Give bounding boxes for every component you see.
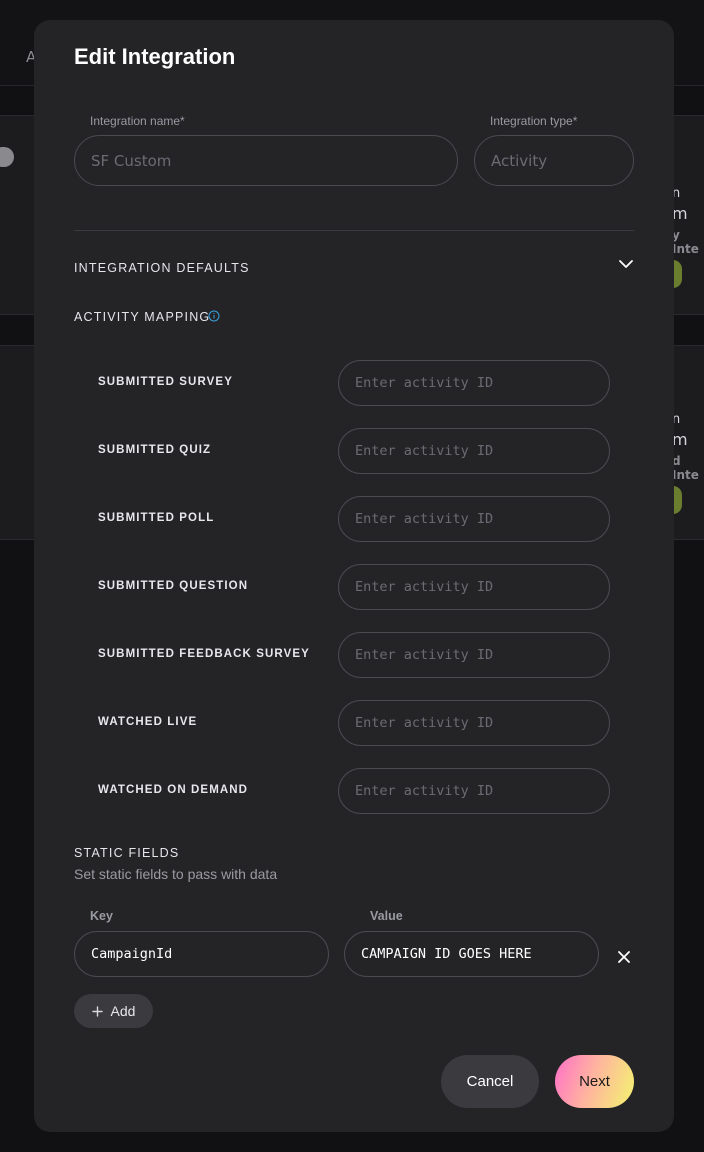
cancel-button[interactable]: Cancel [441,1055,539,1108]
activity-row-label: SUBMITTED QUESTION [98,580,249,592]
activity-id-placeholder: Enter activity ID [355,579,494,595]
activity-row-label: SUBMITTED QUIZ [98,444,212,456]
key-label: Key [90,909,113,923]
activity-row-label: WATCHED ON DEMAND [98,784,249,796]
integration-name-input[interactable]: SF Custom [74,135,458,186]
background-card-text: m [672,430,688,449]
close-icon[interactable] [616,949,632,965]
activity-id-placeholder: Enter activity ID [355,647,494,663]
integration-name-placeholder: SF Custom [91,151,172,170]
activity-id-input[interactable]: Enter activity ID [338,768,610,814]
activity-id-placeholder: Enter activity ID [355,715,494,731]
integration-name-label: Integration name* [90,114,185,128]
next-button[interactable]: Next [555,1055,634,1108]
static-fields-title: STATIC FIELDS [74,846,180,860]
add-button-label: Add [110,1003,136,1019]
modal-title: Edit Integration [74,44,236,69]
activity-id-placeholder: Enter activity ID [355,443,494,459]
activity-id-input[interactable]: Enter activity ID [338,564,610,610]
background-card-subtext: d Inte [672,454,699,482]
integration-type-placeholder: Activity [491,151,548,170]
plus-icon [91,1005,103,1017]
chevron-down-icon[interactable] [618,256,634,272]
background-card-subtext: y Inte [672,228,699,256]
static-fields-subtitle: Set static fields to pass with data [74,866,278,882]
integration-type-select[interactable]: Activity [474,135,634,186]
integration-defaults-title[interactable]: INTEGRATION DEFAULTS [74,261,250,275]
activity-id-input[interactable]: Enter activity ID [338,700,610,746]
activity-row-label: SUBMITTED POLL [98,512,215,524]
activity-id-placeholder: Enter activity ID [355,511,494,527]
activity-mapping-title: ACTIVITY MAPPING [74,310,211,324]
activity-id-input[interactable]: Enter activity ID [338,360,610,406]
activity-id-placeholder: Enter activity ID [355,783,494,799]
static-key-value: CampaignId [91,946,173,962]
activity-id-input[interactable]: Enter activity ID [338,496,610,542]
static-value-value: CAMPAIGN ID GOES HERE [361,946,532,962]
info-icon[interactable] [208,310,220,322]
activity-row-label: SUBMITTED SURVEY [98,376,233,388]
activity-row-label: WATCHED LIVE [98,716,198,728]
activity-id-input[interactable]: Enter activity ID [338,632,610,678]
activity-id-input[interactable]: Enter activity ID [338,428,610,474]
value-label: Value [370,909,403,923]
add-static-field-button[interactable]: Add [74,994,153,1028]
activity-id-placeholder: Enter activity ID [355,375,494,391]
section-divider [74,230,634,231]
static-value-input[interactable]: CAMPAIGN ID GOES HERE [344,931,599,977]
background-card-text: m [672,204,688,223]
edit-integration-modal: Edit Integration Integration name* SF Cu… [34,20,674,1132]
activity-row-label: SUBMITTED FEEDBACK SURVEY [98,648,310,660]
static-key-input[interactable]: CampaignId [74,931,329,977]
integration-type-label: Integration type* [490,114,578,128]
